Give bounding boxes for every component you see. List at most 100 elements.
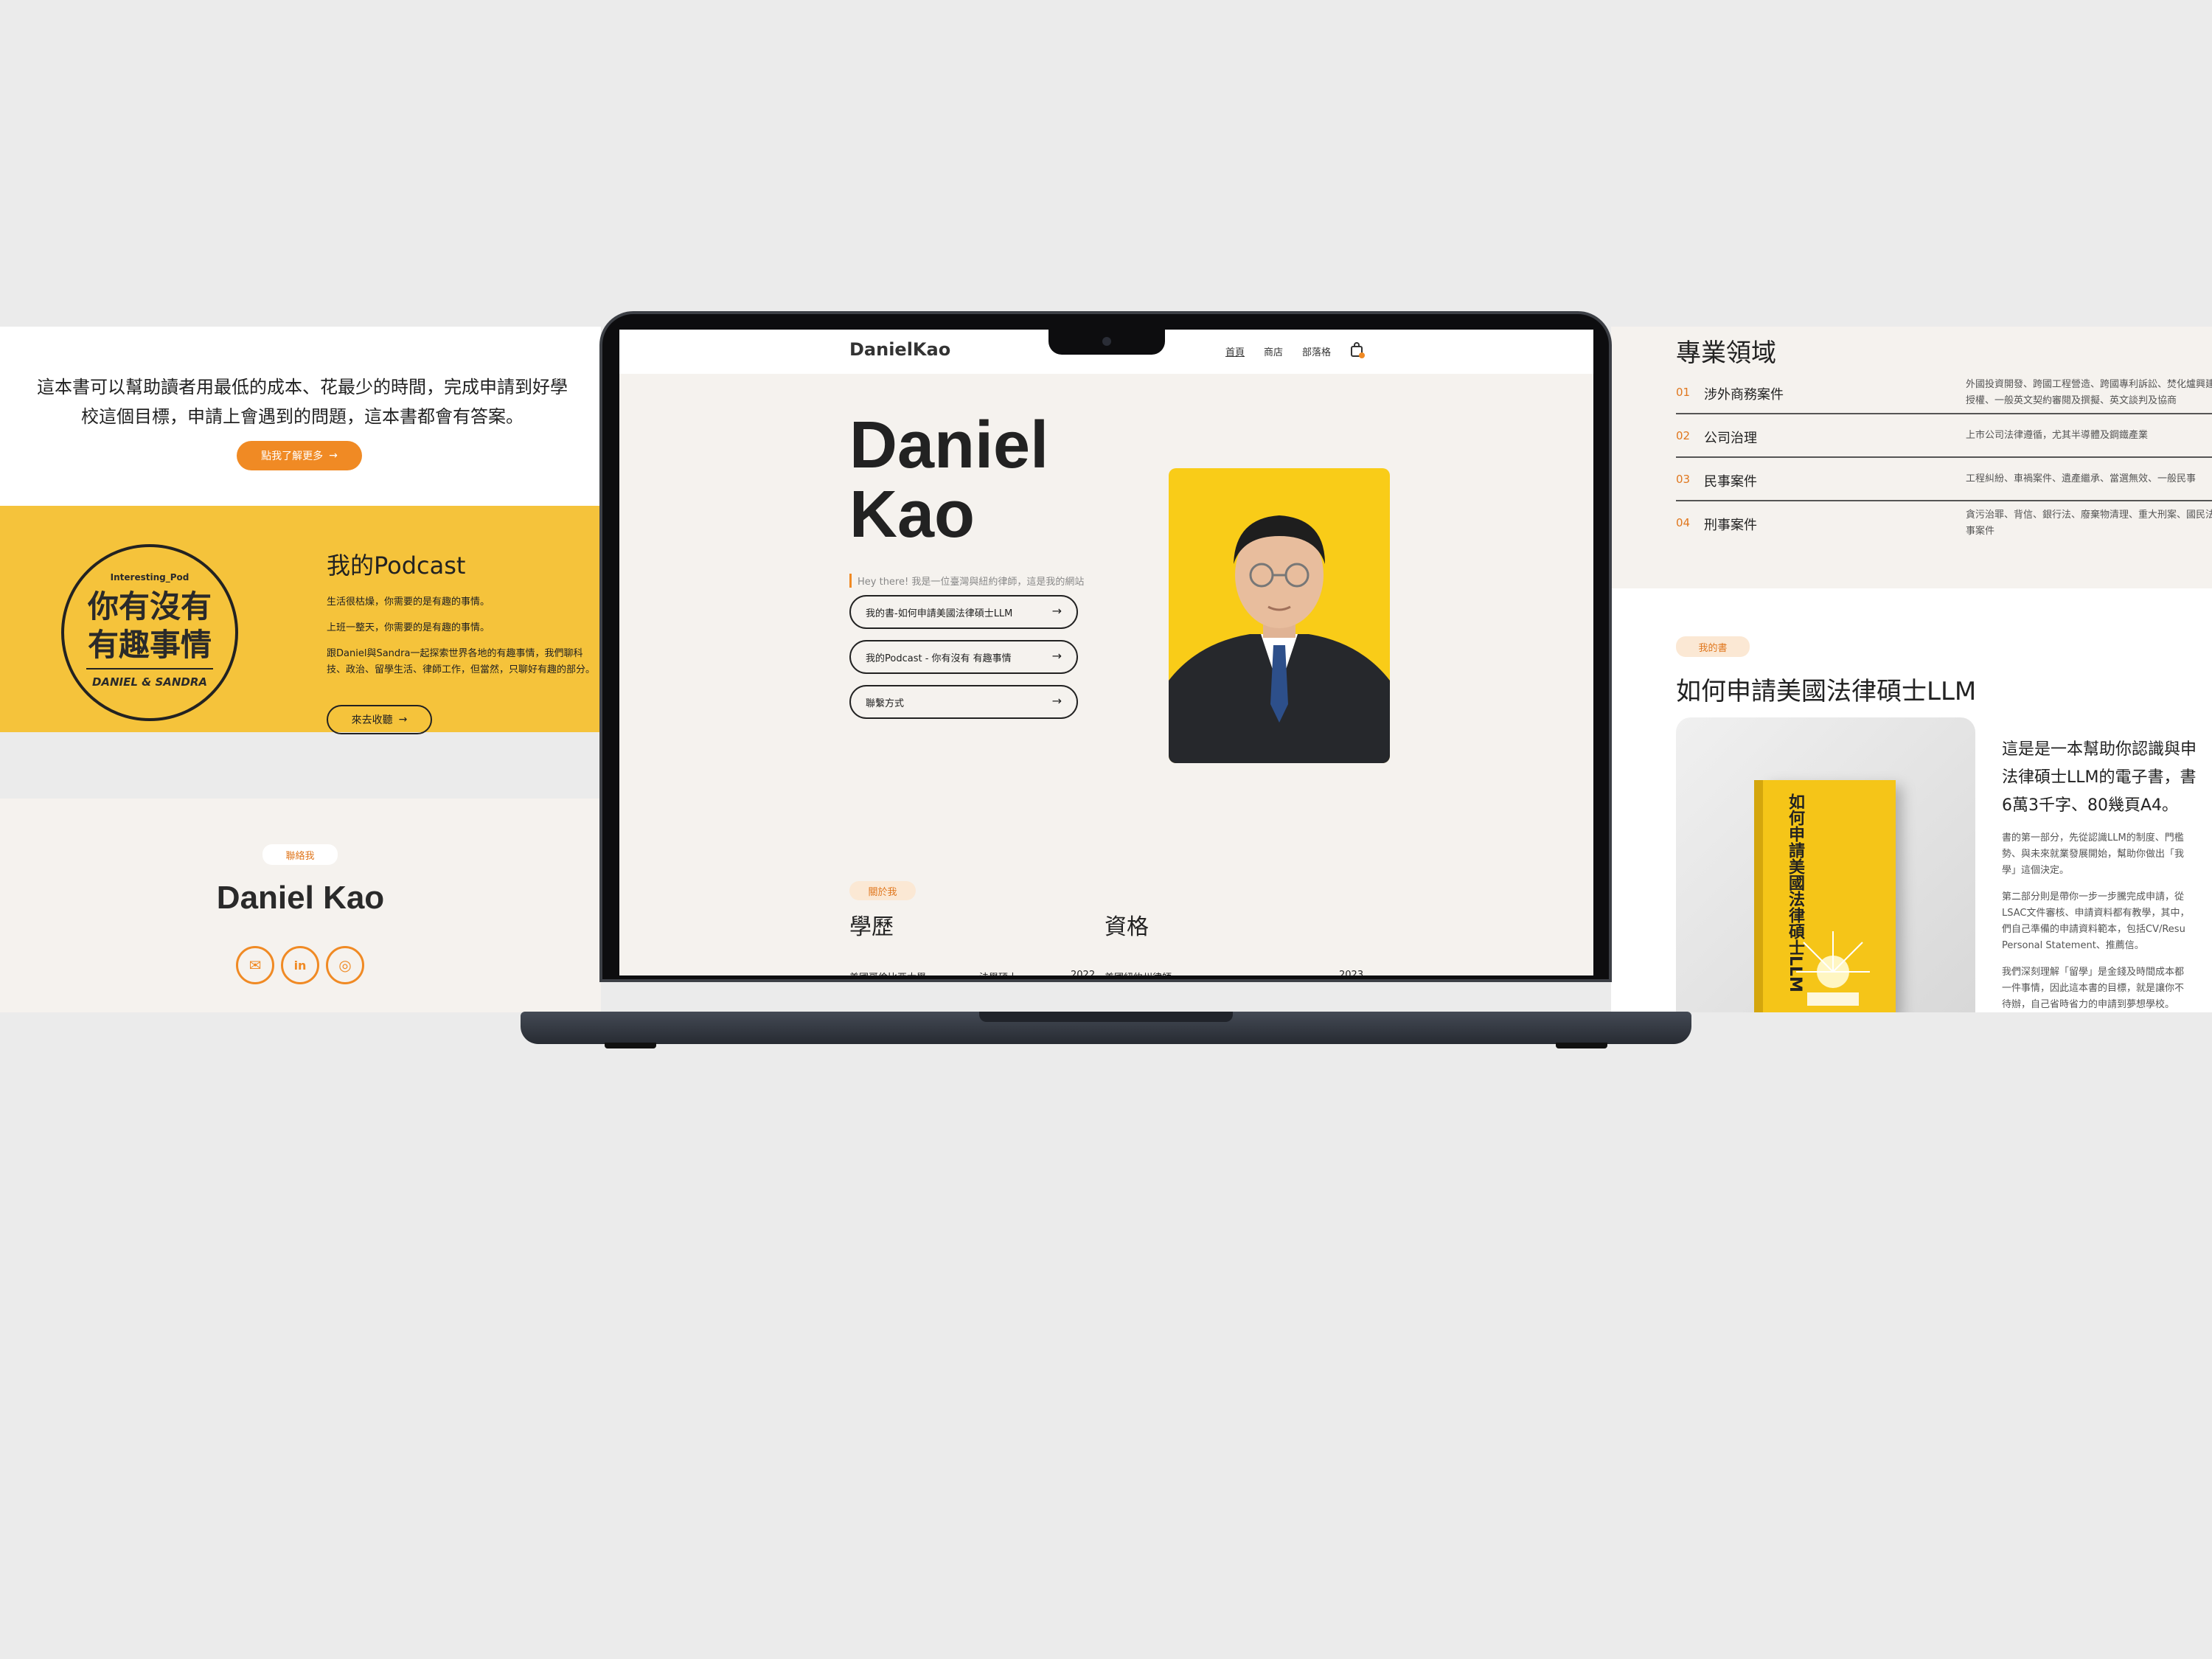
camera-icon [1102, 337, 1111, 346]
book-paragraph-line: 我們深刻理解「留學」是金錢及時間成本都 [2002, 967, 2185, 978]
arrow-right-icon: → [398, 714, 408, 726]
book-paragraph-line: Personal Statement、推薦信。 [2002, 940, 2144, 951]
podcast-logo: Interesting_Pod 你有沒有 有趣事情 DANIEL & SANDR… [61, 544, 238, 721]
qualification-name: 美國紐約州律師 [1105, 970, 1172, 975]
book-spine [1754, 780, 1763, 1012]
practice-areas-title: 專業領域 [1676, 338, 1776, 368]
practice-areas-section: 專業領域 01 涉外商務案件 外國投資開發、跨國工程營造、跨國專利訴訟、焚化爐興… [1611, 327, 2212, 588]
learn-more-label: 點我了解更多 [261, 451, 324, 462]
book-description-line: 6萬3千字、80幾頁A4。 [2002, 796, 2179, 815]
hero-name-first: Daniel [849, 408, 1049, 482]
area-number: 03 [1676, 473, 1691, 486]
portrait-photo [1169, 468, 1390, 763]
book-paragraph-line: 學」這個決定。 [2002, 865, 2070, 876]
left-panel: 這本書可以幫助讀者用最低的成本、花最少的時間，完成申請到好學 校這個目標，申請上… [0, 327, 601, 1012]
book-paragraph-line: 一件事情，因此這本書的目標，就是讓你不 [2002, 983, 2185, 994]
area-description: 工程糾紛、車禍案件、遺產繼承、當選無效、一般民事 [1966, 473, 2197, 484]
practice-area-row: 04 刑事案件 貪污治罪、背信、銀行法、廢棄物清理、重大刑案、國民法官案 事案件 [1676, 501, 2212, 545]
portrait-illustration [1169, 515, 1390, 763]
nav-blog[interactable]: 部落格 [1302, 344, 1331, 358]
nav-home[interactable]: 首頁 [1225, 344, 1245, 358]
practice-area-row: 03 民事案件 工程糾紛、車禍案件、遺產繼承、當選無效、一般民事 [1676, 458, 2212, 501]
site-logo[interactable]: DanielKao [849, 339, 950, 360]
contact-tag: 聯絡我 [262, 844, 338, 865]
podcast-logo-line-1: 你有沒有 [87, 588, 212, 625]
book-paragraph-line: 待辦，自己省時省力的申請到夢想學校。 [2002, 999, 2175, 1010]
podcast-link-label: 我的Podcast - 你有沒有 有趣事情 [866, 653, 1012, 664]
camera-notch [1048, 330, 1165, 355]
nav-shop[interactable]: 商店 [1264, 344, 1283, 358]
listen-label: 來去收聽 [351, 714, 393, 726]
book-paragraph-line: 勢、與未來就業發展開始，幫助你做出「我 [2002, 849, 2185, 860]
listen-button[interactable]: 來去收聽 → [327, 705, 432, 734]
podcast-logo-line-2: 有趣事情 [87, 627, 212, 663]
area-name: 涉外商務案件 [1704, 387, 1784, 403]
podcast-link-button[interactable]: 我的Podcast - 你有沒有 有趣事情 → [849, 640, 1078, 674]
podcast-logo-names: DANIEL & SANDRA [91, 675, 208, 689]
book-description-line: 這是是一本幫助你認識與申 [2002, 740, 2197, 759]
book-paragraph-line: LSAC文件審核、申請資料都有教學，其中， [2002, 908, 2190, 919]
podcast-logo-title: 你有沒有 有趣事情 [64, 588, 235, 664]
area-description: 上市公司法律遵循，尤其半導體及鋼鐵產業 [1966, 430, 2149, 441]
book-title: 如何申請美國法律碩士LLM [1676, 677, 1977, 706]
area-number: 01 [1676, 386, 1691, 399]
contact-name: Daniel Kao [216, 880, 385, 916]
book-paragraph-line: 第二部分則是帶你一步一步騰完成申請，從 [2002, 891, 2185, 902]
area-description-line: 事案件 [1966, 526, 1995, 537]
book-promo-section: 這本書可以幫助讀者用最低的成本、花最少的時間，完成申請到好學 校這個目標，申請上… [0, 327, 601, 506]
podcast-text-1: 生活很枯燥，你需要的是有趣的事情。 [327, 597, 490, 608]
area-description-line: 授權、一般英文契約審閱及撰擬、英文談判及協商 [1966, 395, 2177, 406]
area-description-line: 外國投資開發、跨國工程營造、跨國專利訴訟、焚化爐興建、飯 [1966, 379, 2212, 390]
book-paragraph-line: 們自己準備的申請資料範本，包括CV/Resu [2002, 924, 2185, 935]
hero-name-last: Kao [849, 478, 975, 552]
book-image: 如何申請美國法律碩士LLM [1676, 717, 1975, 1012]
book-promo-line-1: 這本書可以幫助讀者用最低的成本、花最少的時間，完成申請到好學 [37, 377, 568, 397]
email-icon[interactable]: ✉ [236, 946, 274, 984]
book-promo-line-2: 校這個目標，申請上會遇到的問題，這本書都會有答案。 [81, 406, 524, 427]
area-number: 02 [1676, 429, 1691, 442]
arrow-right-icon: → [1051, 649, 1062, 663]
hero-subtitle: Hey there! 我是一位臺灣與紐約律師，這是我的網站 [849, 574, 1084, 588]
sunburst-illustration [1796, 931, 1870, 1006]
arrow-right-icon: → [329, 450, 338, 462]
book-tag: 我的書 [1676, 636, 1750, 657]
area-number: 04 [1676, 516, 1691, 529]
arrow-right-icon: → [1051, 604, 1062, 618]
podcast-text-2: 上班一整天，你需要的是有趣的事情。 [327, 622, 490, 633]
area-description: 外國投資開發、跨國工程營造、跨國專利訴訟、焚化爐興建、飯 授權、一般英文契約審閱… [1966, 377, 2212, 409]
book-link-button[interactable]: 我的書-如何申請美國法律碩士LLM → [849, 595, 1078, 629]
book-description-line: 法律碩士LLM的電子書，書 [2002, 768, 2197, 787]
qualification-year: 2023 [1339, 970, 1364, 975]
contact-link-label: 聯繫方式 [866, 698, 905, 709]
contact-link-button[interactable]: 聯繫方式 → [849, 685, 1078, 719]
book-promo-text: 這本書可以幫助讀者用最低的成本、花最少的時間，完成申請到好學 校這個目標，申請上… [29, 372, 575, 431]
area-description: 貪污治罪、背信、銀行法、廢棄物清理、重大刑案、國民法官案 事案件 [1966, 507, 2212, 540]
podcast-title: 我的Podcast [327, 552, 466, 580]
podcast-logo-divider [86, 668, 213, 669]
area-name: 刑事案件 [1704, 518, 1757, 533]
laptop-hinge-notch [979, 1012, 1233, 1022]
right-panel: 專業領域 01 涉外商務案件 外國投資開發、跨國工程營造、跨國專利訴訟、焚化爐興… [1611, 327, 2212, 1012]
podcast-text-3: 跟Daniel與Sandra一起探索世界各地的有趣事情，我們聊科技、政治、留學生… [327, 648, 596, 675]
area-name: 民事案件 [1704, 474, 1757, 490]
linkedin-icon[interactable]: in [281, 946, 319, 984]
hero-name: Daniel Kao [849, 411, 1048, 549]
qualification-title: 資格 [1105, 914, 1149, 940]
instagram-icon[interactable]: ◎ [326, 946, 364, 984]
about-tag: 關於我 [849, 881, 916, 900]
area-description-line: 貪污治罪、背信、銀行法、廢棄物清理、重大刑案、國民法官案 [1966, 509, 2212, 521]
book-section: 我的書 如何申請美國法律碩士LLM 如何申請美國法律碩士LLM 這是是一本幫助你… [1611, 588, 2212, 1012]
laptop-foot [1556, 1043, 1607, 1048]
practice-area-row: 02 公司治理 上市公司法律遵循，尤其半導體及鋼鐵產業 [1676, 414, 2212, 458]
education-school: 美國哥倫比亞大學 [849, 970, 926, 975]
education-year: 2022 [1071, 970, 1096, 975]
education-degree: 法學碩士 [979, 970, 1018, 975]
book-link-label: 我的書-如何申請美國法律碩士LLM [866, 608, 1013, 619]
contact-section: 聯絡我 Daniel Kao ✉ in ◎ [0, 799, 601, 1012]
book-cover: 如何申請美國法律碩士LLM [1754, 780, 1896, 1012]
cart-icon[interactable] [1349, 341, 1366, 359]
learn-more-button[interactable]: 點我了解更多 → [237, 441, 362, 470]
area-name: 公司治理 [1704, 431, 1757, 446]
laptop-foot [605, 1043, 656, 1048]
practice-area-row: 01 涉外商務案件 外國投資開發、跨國工程營造、跨國專利訴訟、焚化爐興建、飯 授… [1676, 371, 2212, 414]
